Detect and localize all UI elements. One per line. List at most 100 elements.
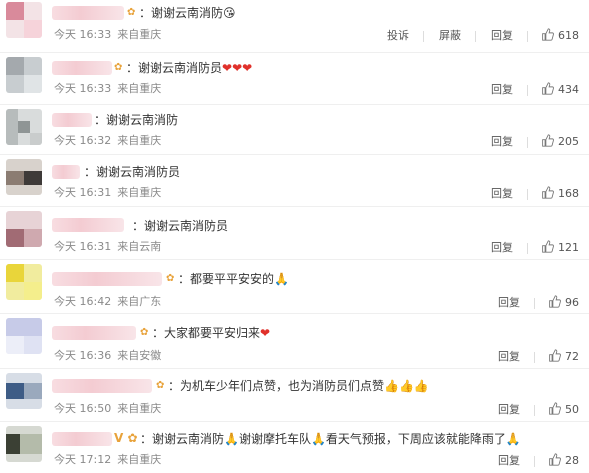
thumbs-up-icon: [542, 82, 554, 95]
comment-item: ✿ ：大家都要平安归来❤ 今天 16:36 来自安徽 回复 72: [0, 314, 589, 369]
like-button[interactable]: 618: [541, 28, 579, 43]
username-blurred[interactable]: [52, 432, 112, 446]
reply-button[interactable]: 回复: [498, 350, 520, 364]
reply-button[interactable]: 回复: [491, 135, 513, 149]
reply-button[interactable]: 回复: [491, 241, 513, 255]
vip-badge-icon: ✿: [156, 380, 165, 391]
vip-badge-icon: ✿: [114, 62, 123, 73]
comment-text: ：谢谢云南消防🙏谢谢摩托车队🙏看天气预报，下周应该就能降雨了🙏: [140, 432, 521, 446]
report-button[interactable]: 投诉: [387, 29, 409, 43]
thumbs-up-icon: [549, 295, 561, 308]
comment-item: ：谢谢云南消防 今天 16:32 来自重庆 回复 205: [0, 105, 589, 155]
vip-badge-icon: V ✿: [114, 431, 138, 445]
comment-time: 今天 16:31: [54, 186, 112, 199]
comment-item: ✿ ：都要平平安安的🙏 今天 16:42 来自广东 回复 96: [0, 260, 589, 314]
reply-button[interactable]: 回复: [498, 296, 520, 310]
like-count: 96: [565, 296, 579, 309]
username-blurred[interactable]: [52, 326, 136, 340]
comment-time: 今天 16:42: [54, 295, 112, 308]
like-count: 205: [558, 135, 579, 148]
comment-item: ：谢谢云南消防员 今天 16:31 来自重庆 回复 168: [0, 155, 589, 207]
reply-button[interactable]: 回复: [498, 403, 520, 417]
comment-time: 今天 17:12: [54, 453, 112, 466]
like-button[interactable]: 205: [541, 134, 579, 149]
username-blurred[interactable]: [52, 165, 80, 179]
vip-badge-icon: ✿: [127, 7, 136, 18]
comment-item: ✿ ：为机车少年们点赞，也为消防员们点赞👍👍👍 今天 16:50 来自重庆 回复 …: [0, 369, 589, 422]
comment-text: ：谢谢云南消防员❤❤❤: [126, 61, 253, 75]
like-count: 72: [565, 350, 579, 363]
comment-location: 来自重庆: [117, 82, 162, 95]
divider: [526, 85, 528, 96]
divider: [533, 456, 535, 467]
username-blurred[interactable]: [52, 218, 124, 232]
avatar[interactable]: [6, 264, 42, 300]
reply-button[interactable]: 回复: [491, 187, 513, 201]
thumbs-up-icon: [542, 240, 554, 253]
comment-text: ：大家都要平安归来❤: [152, 326, 271, 340]
comment-text: ：谢谢云南消防😘: [139, 6, 236, 20]
like-count: 434: [558, 83, 579, 96]
comment-location: 来自广东: [117, 295, 162, 308]
like-button[interactable]: 50: [548, 402, 579, 417]
comment-item: ：谢谢云南消防员 今天 16:31 来自云南 回复 121: [0, 207, 589, 260]
divider: [526, 243, 528, 254]
avatar[interactable]: [6, 159, 42, 195]
username-blurred[interactable]: [52, 6, 124, 20]
username-blurred[interactable]: [52, 61, 112, 75]
comment-text: ：为机车少年们点赞，也为消防员们点赞👍👍👍: [168, 379, 429, 393]
divider: [526, 137, 528, 148]
vip-badge-icon: ✿: [166, 273, 175, 284]
comment-time: 今天 16:50: [54, 402, 112, 415]
divider: [533, 352, 535, 363]
reply-button[interactable]: 回复: [491, 29, 513, 43]
comment-time: 今天 16:31: [54, 240, 112, 253]
comment-location: 来自重庆: [117, 402, 162, 415]
username-blurred[interactable]: [52, 379, 152, 393]
username-blurred[interactable]: [52, 272, 162, 286]
avatar[interactable]: [6, 57, 42, 93]
thumbs-up-icon: [549, 402, 561, 415]
avatar[interactable]: [6, 373, 42, 409]
comment-location: 来自安徽: [117, 349, 162, 362]
like-count: 28: [565, 454, 579, 467]
avatar[interactable]: [6, 211, 42, 247]
comment-item: ✿ ：谢谢云南消防员❤❤❤ 今天 16:33 来自重庆 回复 434: [0, 53, 589, 105]
divider: [474, 31, 476, 42]
avatar[interactable]: [6, 109, 42, 145]
like-button[interactable]: 72: [548, 349, 579, 364]
avatar[interactable]: [6, 2, 42, 38]
avatar[interactable]: [6, 318, 42, 354]
comment-time: 今天 16:33: [54, 28, 112, 41]
thumbs-up-icon: [542, 134, 554, 147]
username-blurred[interactable]: [52, 113, 92, 127]
divider: [526, 31, 528, 42]
like-button[interactable]: 168: [541, 186, 579, 201]
thumbs-up-icon: [549, 453, 561, 466]
avatar[interactable]: [6, 426, 42, 462]
comment-location: 来自重庆: [117, 186, 162, 199]
reply-button[interactable]: 回复: [498, 454, 520, 468]
comment-text: ：谢谢云南消防员: [84, 165, 181, 179]
comment-location: 来自重庆: [117, 28, 162, 41]
comment-location: 来自重庆: [117, 134, 162, 147]
like-button[interactable]: 28: [548, 453, 579, 468]
thumbs-up-icon: [549, 349, 561, 362]
comment-location: 来自云南: [117, 240, 162, 253]
thumbs-up-icon: [542, 28, 554, 41]
comment-item: ✿ ：谢谢云南消防😘 今天 16:33 来自重庆 投诉 屏蔽 回复 618: [0, 0, 589, 53]
block-button[interactable]: 屏蔽: [439, 29, 461, 43]
reply-button[interactable]: 回复: [491, 83, 513, 97]
like-button[interactable]: 96: [548, 295, 579, 310]
comment-time: 今天 16:32: [54, 134, 112, 147]
divider: [422, 31, 424, 42]
comment-item: V ✿ ：谢谢云南消防🙏谢谢摩托车队🙏看天气预报，下周应该就能降雨了🙏 今天 1…: [0, 422, 589, 473]
like-count: 168: [558, 187, 579, 200]
like-button[interactable]: 434: [541, 82, 579, 97]
comment-time: 今天 16:33: [54, 82, 112, 95]
comment-location: 来自重庆: [117, 453, 162, 466]
comment-text: ：谢谢云南消防: [94, 113, 179, 127]
like-button[interactable]: 121: [541, 240, 579, 255]
divider: [533, 298, 535, 309]
divider: [533, 405, 535, 416]
